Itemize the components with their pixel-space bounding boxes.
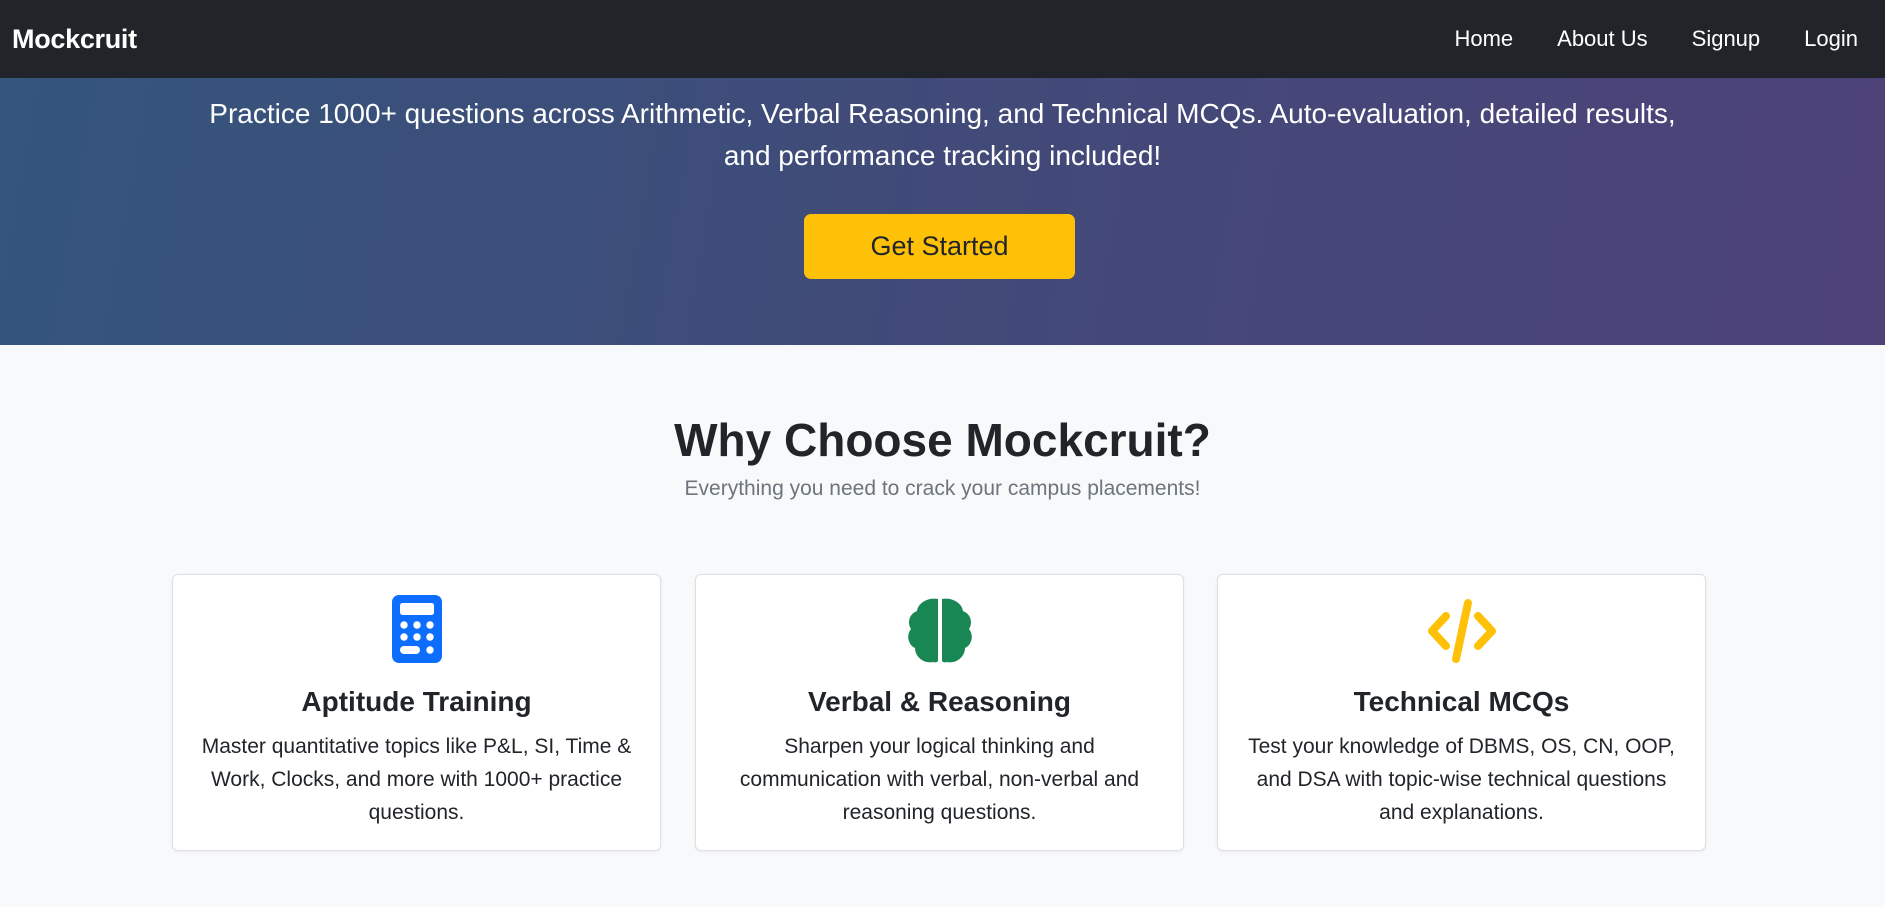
brand-logo[interactable]: Mockcruit (12, 24, 137, 55)
nav-link-signup[interactable]: Signup (1692, 26, 1761, 52)
nav-link-login[interactable]: Login (1804, 26, 1858, 52)
feature-card-verbal: Verbal & Reasoning Sharpen your logical … (695, 574, 1184, 851)
nav-link-about-us[interactable]: About Us (1557, 26, 1648, 52)
feature-description: Test your knowledge of DBMS, OS, CN, OOP… (1248, 735, 1675, 824)
hero-section: Practice 1000+ questions across Arithmet… (0, 78, 1885, 345)
feature-description: Sharpen your logical thinking and commun… (739, 735, 1140, 824)
nav-links: Home About Us Signup Login (1410, 26, 1873, 52)
feature-description: Master quantitative topics like P&L, SI,… (201, 735, 632, 824)
navbar: Mockcruit Home About Us Signup Login (0, 0, 1885, 78)
features-section: Why Choose Mockcruit? Everything you nee… (0, 345, 1885, 907)
section-title: Why Choose Mockcruit? (674, 414, 1211, 466)
feature-title: Verbal & Reasoning (808, 686, 1071, 717)
feature-title: Aptitude Training (301, 686, 532, 717)
feature-title: Technical MCQs (1353, 686, 1570, 717)
calculator-icon (391, 595, 442, 663)
feature-card-technical: Technical MCQs Test your knowledge of DB… (1217, 574, 1706, 851)
section-subtitle: Everything you need to crack your campus… (684, 477, 1201, 500)
hero-description: Practice 1000+ questions across Arithmet… (209, 98, 1676, 171)
brain-icon (907, 598, 972, 663)
code-icon (1427, 599, 1496, 663)
feature-card-aptitude: Aptitude Training Master quantitative to… (172, 574, 661, 851)
get-started-button[interactable]: Get Started (804, 214, 1075, 279)
nav-link-home[interactable]: Home (1454, 26, 1513, 52)
